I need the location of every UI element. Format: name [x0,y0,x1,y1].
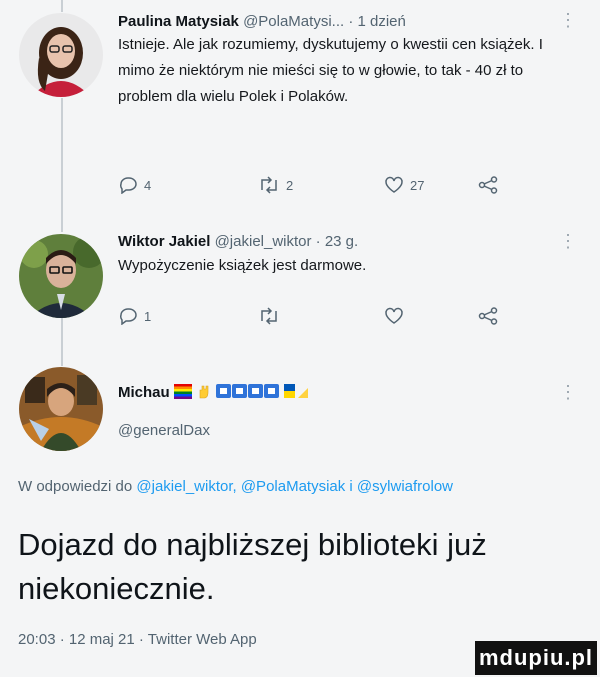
name-emoji-flag-ua [284,384,309,403]
retweet-button[interactable] [258,307,286,325]
tweet-actions: 4 2 27 [118,176,508,198]
tweet-header: Wiktor Jakiel @jakiel_wiktor · 23 g. [118,233,358,250]
name-emoji-boxes [216,383,280,403]
reply-button[interactable]: 4 [118,176,151,194]
retweet-icon [258,307,280,325]
avatar[interactable] [19,13,103,97]
tweet-text: Istnieje. Ale jak rozumiemy, dyskutujemy… [118,36,543,105]
name-emoji-flag [173,384,192,403]
retweet-icon [258,176,280,194]
tweet-header: Paulina Matysiak @PolaMatysi... · 1 dzie… [118,13,406,30]
like-count: 27 [410,177,425,193]
share-button[interactable] [478,307,498,325]
share-icon [478,307,498,325]
handle[interactable]: @jakiel_wiktor [215,233,312,250]
timestamp[interactable]: · 1 dzień [348,13,406,30]
reply-mentions[interactable]: @jakiel_wiktor, @PolaMatysiak i @sylwiaf… [136,478,453,495]
reply-context: W odpowiedzi do @jakiel_wiktor, @PolaMat… [18,474,578,500]
timestamp[interactable]: · 23 g. [316,233,359,250]
reply-icon [118,307,138,325]
display-name[interactable]: Michau [118,384,170,401]
avatar[interactable] [19,234,103,318]
thread-line [61,98,63,232]
avatar[interactable] [19,367,103,451]
share-icon [478,176,498,194]
like-button[interactable]: 27 [384,176,424,194]
name-emoji-hand [196,383,212,403]
reply-count: 1 [144,308,152,324]
more-options-icon[interactable]: ⋮ [559,232,577,250]
more-options-icon[interactable]: ⋮ [559,383,577,401]
tweet-text: Wypożyczenie książek jest darmowe. [118,257,367,274]
main-tweet-timestamp[interactable]: 20:03 · 12 maj 21 · Twitter Web App [18,631,257,648]
share-button[interactable] [478,176,498,194]
more-options-icon[interactable]: ⋮ [559,11,577,29]
display-name[interactable]: Paulina Matysiak [118,13,239,30]
thread-line [61,318,63,366]
reply-icon [118,176,138,194]
watermark-logo: mdupiu.pl [475,641,597,675]
like-button[interactable] [384,307,410,325]
tweet-header: Michau [118,383,309,403]
main-tweet-text: Dojazd do najbliższej biblioteki już nie… [18,527,487,606]
retweet-count: 2 [286,177,294,193]
reply-button[interactable]: 1 [118,307,151,325]
handle[interactable]: @generalDax [118,422,210,439]
tweet-actions: 1 [118,307,508,329]
retweet-button[interactable]: 2 [258,176,293,194]
heart-icon [384,176,404,194]
reply-prefix: W odpowiedzi do [18,478,133,495]
display-name[interactable]: Wiktor Jakiel [118,233,210,250]
thread-line [61,0,63,12]
handle[interactable]: @PolaMatysi... [243,13,344,30]
reply-count: 4 [144,177,152,193]
heart-icon [384,307,404,325]
